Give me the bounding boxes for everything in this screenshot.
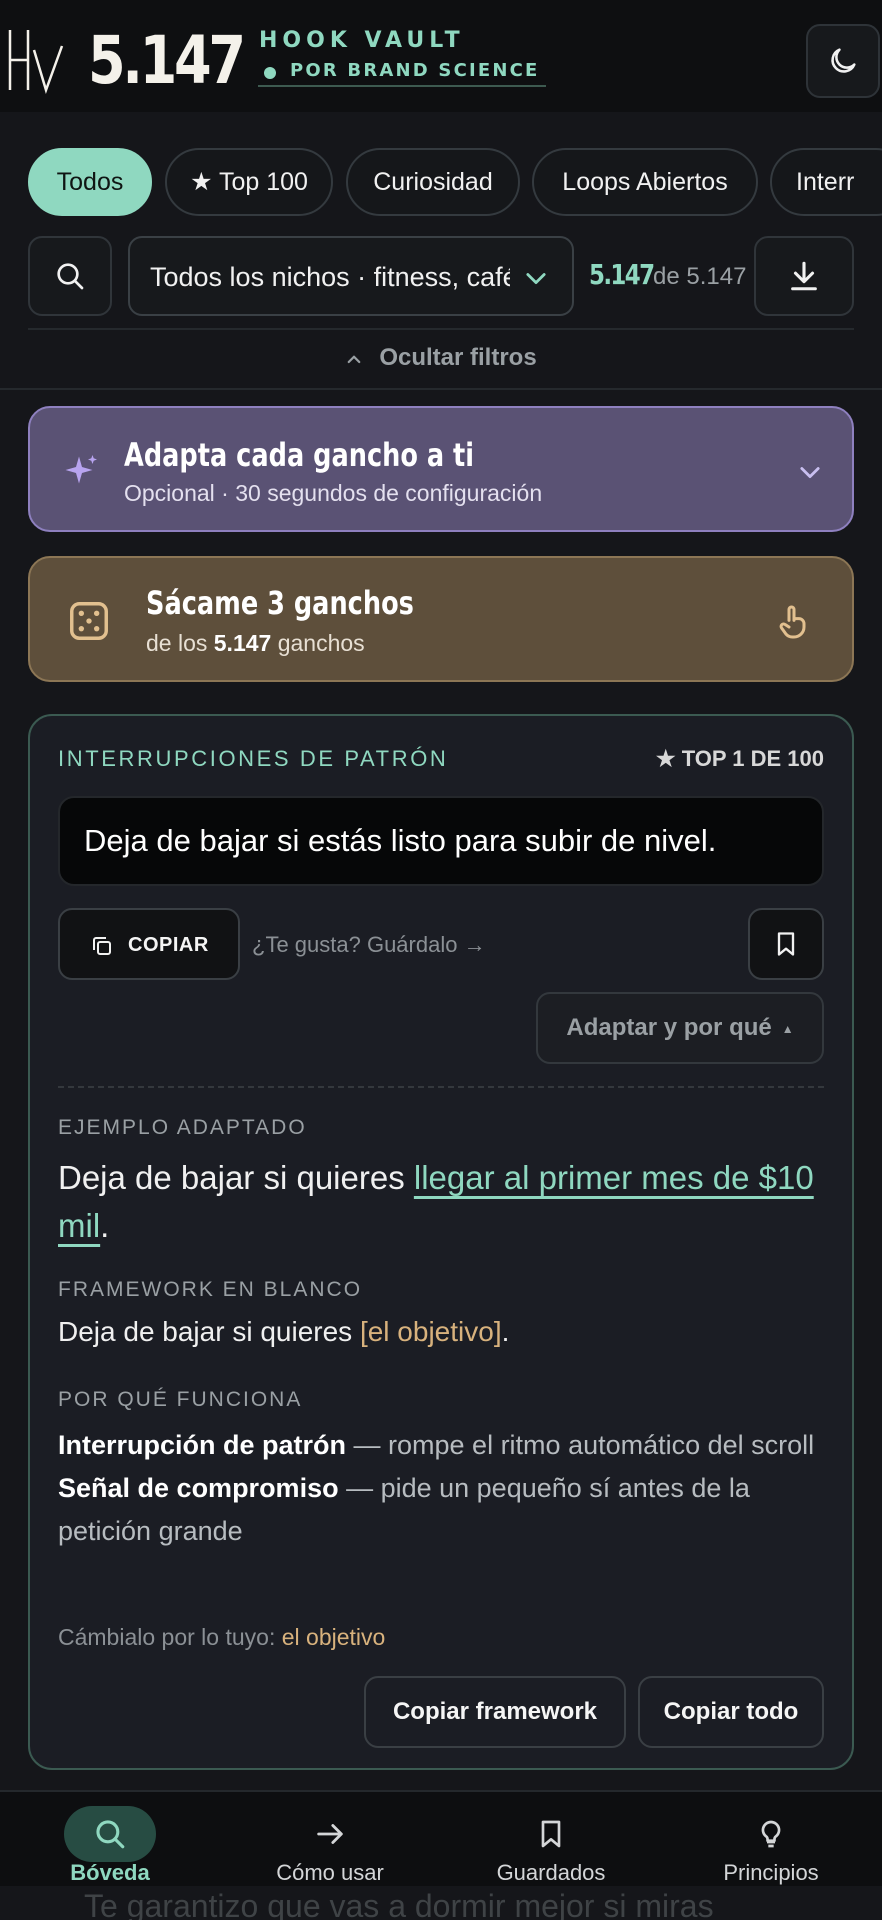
framework-text: Deja de bajar si quieres [el objetivo]. bbox=[58, 1316, 824, 1348]
brand-name: HOOK VAULT bbox=[259, 28, 465, 53]
niche-select[interactable]: Todos los nichos · fitness, café bbox=[128, 236, 574, 316]
dice-icon bbox=[70, 602, 108, 640]
tap-hand-icon bbox=[779, 605, 806, 639]
result-count-total: de 5.147 bbox=[653, 263, 747, 290]
adapt-why-toggle[interactable]: Adaptar y por qué ▲ bbox=[536, 992, 824, 1064]
result-count-value: 5.147 bbox=[589, 258, 655, 291]
copy-hook-button[interactable]: COPIAR bbox=[58, 908, 240, 980]
app-header: 5.147 HOOK VAULT POR BRAND SCIENCE bbox=[0, 0, 882, 112]
framework-prefix: Deja de bajar si quieres bbox=[58, 1316, 360, 1347]
copy-hook-label: COPIAR bbox=[128, 934, 209, 956]
example-suffix: . bbox=[100, 1207, 110, 1244]
chip-interrupciones[interactable]: Interr bbox=[770, 148, 882, 216]
next-hook-peek: Te garantizo que vas a dormir mejor si m… bbox=[84, 1888, 714, 1920]
copy-framework-button[interactable]: Copiar framework bbox=[364, 1676, 626, 1748]
brand-subtitle: POR BRAND SCIENCE bbox=[258, 58, 546, 87]
divider bbox=[28, 328, 854, 330]
nav-item-principios[interactable]: Principios bbox=[671, 1792, 871, 1888]
reason-item: Señal de compromiso — pide un pequeño sí… bbox=[58, 1467, 824, 1553]
bookmark-icon bbox=[777, 932, 795, 956]
total-hook-count: 5.147 bbox=[88, 22, 246, 99]
hide-filters-toggle[interactable]: Ocultar filtros bbox=[0, 344, 882, 372]
framework-suffix: . bbox=[501, 1316, 510, 1347]
reason-item: Interrupción de patrón — rompe el ritmo … bbox=[58, 1424, 824, 1467]
result-count: 5.147de 5.147 bbox=[589, 258, 746, 291]
hook-rank-badge: ★ TOP 1 DE 100 bbox=[655, 746, 824, 771]
arrow-right-icon bbox=[317, 1824, 343, 1844]
nav-icon-wrap bbox=[284, 1806, 376, 1862]
hv-monogram-icon bbox=[8, 30, 64, 94]
nav-item-guardados[interactable]: Guardados bbox=[451, 1792, 651, 1888]
why-label: POR QUÉ FUNCIONA bbox=[58, 1388, 303, 1411]
download-icon bbox=[791, 261, 817, 291]
chip-loops-abiertos[interactable]: Loops Abiertos bbox=[532, 148, 758, 216]
why-reasons: Interrupción de patrón — rompe el ritmo … bbox=[58, 1424, 824, 1553]
reason-desc: — rompe el ritmo automático del scroll bbox=[346, 1430, 815, 1460]
chevron-up-icon bbox=[347, 355, 361, 363]
personalize-card[interactable]: Adapta cada gancho a ti Opcional · 30 se… bbox=[28, 406, 854, 532]
sparkle-icon bbox=[65, 455, 97, 484]
divider bbox=[0, 388, 882, 390]
caret-up-icon: ▲ bbox=[781, 1021, 794, 1036]
status-dot bbox=[264, 67, 276, 79]
hide-filters-label: Ocultar filtros bbox=[379, 344, 537, 371]
chip-curiosidad[interactable]: Curiosidad bbox=[346, 148, 520, 216]
search-button[interactable] bbox=[28, 236, 112, 316]
chevron-down-icon bbox=[800, 467, 820, 479]
nav-icon-wrap bbox=[725, 1806, 817, 1862]
example-text: Deja de bajar si quieres llegar al prime… bbox=[58, 1154, 824, 1250]
dashed-divider bbox=[58, 1086, 824, 1088]
swap-hint: Cámbialo por lo tuyo: el objetivo bbox=[58, 1624, 385, 1651]
copy-icon bbox=[93, 937, 111, 955]
swap-prefix: Cámbialo por lo tuyo: bbox=[58, 1624, 282, 1650]
nav-item-como-usar[interactable]: Cómo usar bbox=[230, 1792, 430, 1888]
category-chips: Todos ★ Top 100 Curiosidad Loops Abierto… bbox=[0, 146, 882, 218]
bookmark-icon bbox=[541, 1820, 561, 1848]
nav-active-pill bbox=[64, 1806, 156, 1862]
reason-name: Señal de compromiso bbox=[58, 1473, 339, 1503]
hook-card: INTERRUPCIONES DE PATRÓN ★ TOP 1 DE 100 … bbox=[28, 714, 854, 1770]
example-label: EJEMPLO ADAPTADO bbox=[58, 1116, 307, 1139]
personalize-card-title: Adapta cada gancho a ti bbox=[124, 436, 475, 474]
swap-placeholder: el objetivo bbox=[281, 1624, 386, 1650]
random-card-count: 5.147 bbox=[213, 630, 272, 656]
random-hooks-card[interactable]: Sácame 3 ganchos de los 5.147 ganchos bbox=[28, 556, 854, 682]
download-button[interactable] bbox=[754, 236, 854, 316]
bottom-nav: Bóveda Cómo usar Guardados Principios bbox=[0, 1790, 882, 1886]
chip-top-100[interactable]: ★ Top 100 bbox=[165, 148, 333, 216]
search-icon bbox=[57, 263, 84, 290]
example-prefix: Deja de bajar si quieres bbox=[58, 1159, 414, 1196]
random-card-title: Sácame 3 ganchos bbox=[146, 584, 414, 622]
adapt-why-label: Adaptar y por qué bbox=[566, 1014, 772, 1041]
chip-todos[interactable]: Todos bbox=[28, 148, 152, 216]
random-card-sub-prefix: de los bbox=[146, 630, 208, 656]
nav-label: Cómo usar bbox=[276, 1860, 384, 1885]
moon-icon bbox=[831, 48, 856, 73]
theme-toggle-button[interactable] bbox=[806, 24, 880, 98]
hook-category: INTERRUPCIONES DE PATRÓN bbox=[58, 746, 449, 771]
hook-text: Deja de bajar si estás listo para subir … bbox=[58, 796, 824, 886]
chevron-down-icon bbox=[526, 273, 546, 285]
save-hint: ¿Te gusta? Guárdalo → bbox=[252, 932, 486, 957]
bookmark-button[interactable] bbox=[748, 908, 824, 980]
framework-placeholder: [el objetivo] bbox=[359, 1316, 502, 1347]
copy-all-button[interactable]: Copiar todo bbox=[638, 1676, 824, 1748]
nav-icon-wrap bbox=[505, 1806, 597, 1862]
search-icon bbox=[96, 1820, 125, 1849]
framework-label: FRAMEWORK EN BLANCO bbox=[58, 1278, 363, 1301]
niche-select-value: Todos los nichos · fitness, café bbox=[150, 262, 510, 292]
nav-label: Bóveda bbox=[70, 1860, 150, 1885]
random-card-subtitle: de los 5.147 ganchos bbox=[146, 630, 365, 657]
personalize-card-subtitle: Opcional · 30 segundos de configuración bbox=[124, 480, 543, 506]
reason-name: Interrupción de patrón bbox=[58, 1430, 347, 1460]
brand-subtitle-text: POR BRAND SCIENCE bbox=[290, 60, 540, 81]
random-card-sub-suffix: ganchos bbox=[277, 630, 365, 656]
lightbulb-icon bbox=[761, 1820, 781, 1848]
nav-item-boveda[interactable]: Bóveda bbox=[10, 1792, 210, 1888]
nav-label: Principios bbox=[723, 1860, 819, 1885]
nav-label: Guardados bbox=[496, 1860, 606, 1885]
